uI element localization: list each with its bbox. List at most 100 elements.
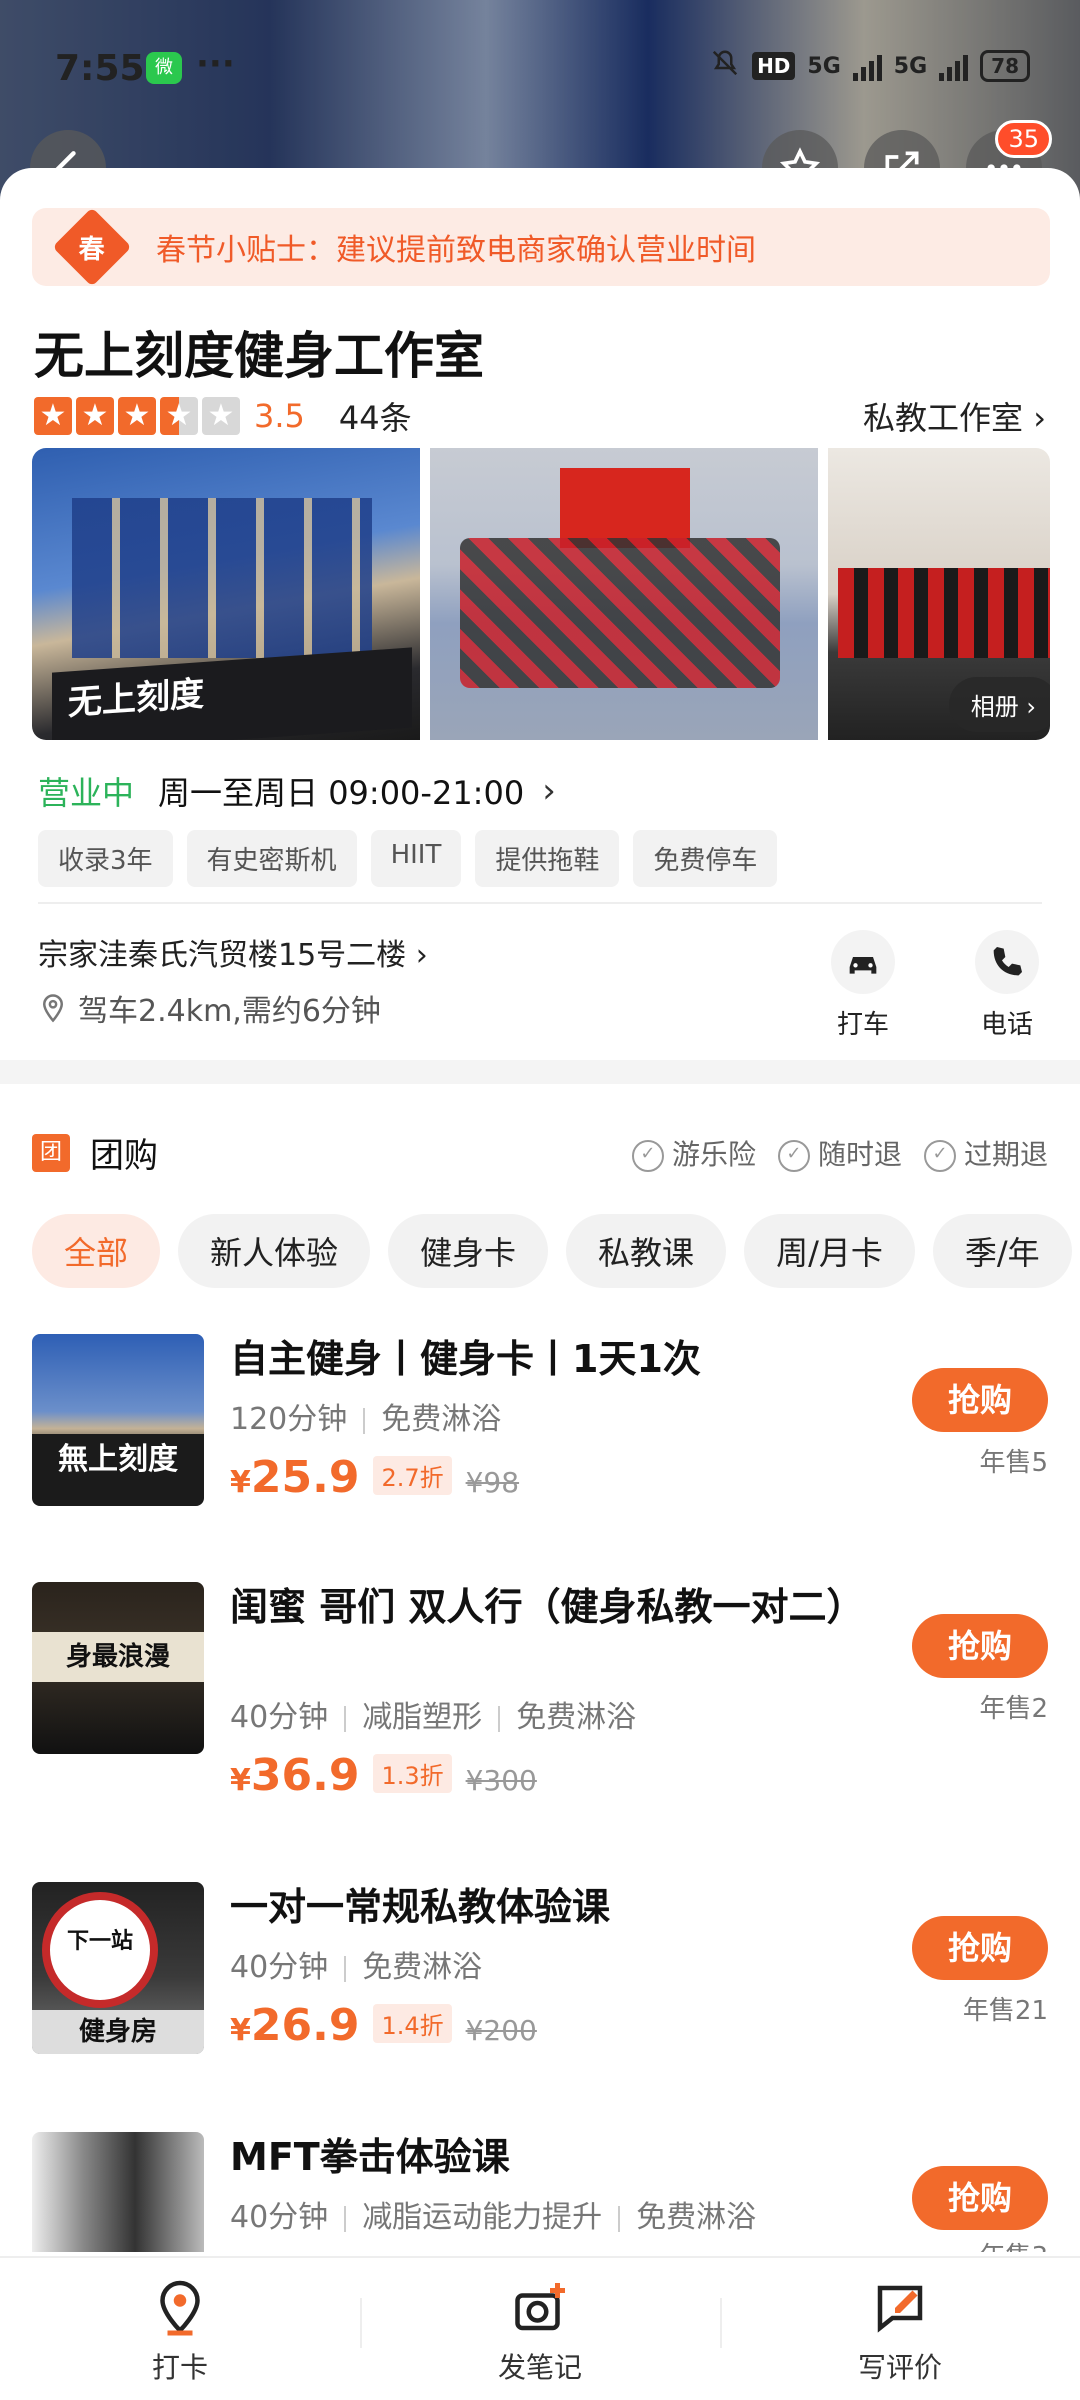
mute-icon [710,48,740,84]
chevron-right-icon: › [542,771,556,811]
deal-price: ¥26.9 [230,2000,360,2051]
deal-meta: 40分钟 减脂运动能力提升 免费淋浴 [230,2192,756,2236]
deal-item[interactable]: 闺蜜 哥们 双人行（健身私教一对二） 40分钟 减脂塑形 免费淋浴 ¥36.9 … [32,1582,1048,1822]
deal-item[interactable]: MFT拳击体验课 40分钟 减脂运动能力提升 免费淋浴 抢购 年售3 [32,2132,1048,2252]
guarantee-item: 过期退 [924,1133,1048,1173]
buy-button[interactable]: 抢购 [912,2166,1048,2230]
deal-meta-item: 120分钟 [230,1402,348,1437]
buy-button[interactable]: 抢购 [912,1916,1048,1980]
camera-plus-icon [515,2283,565,2331]
deal-item[interactable]: 一对一常规私教体验课 40分钟 免费淋浴 ¥26.9 1.4折 ¥200 抢购 … [32,1882,1048,2072]
car-icon [831,930,895,994]
post-note-label: 发笔记 [497,2351,582,2384]
filter-chip-gym-card[interactable]: 健身卡 [388,1214,549,1288]
annual-sales: 年售21 [962,1996,1048,2026]
deal-price: ¥36.9 [230,1750,360,1801]
star-icon: ★ [34,397,72,435]
category-link[interactable]: 私教工作室 › [863,393,1046,439]
deal-thumbnail [32,1334,204,1506]
deal-meta-item: 免费淋浴 [328,1942,482,1986]
discount-badge: 2.7折 [373,1456,452,1495]
checkin-button[interactable]: 打卡 [0,2258,360,2400]
gym-weights-photo[interactable]: 相册 › [828,448,1050,740]
taxi-button[interactable]: 打车 [808,930,918,1041]
filter-chip-all[interactable]: 全部 [32,1214,161,1288]
group-buy-icon: 团 [32,1133,70,1172]
deal-title: 一对一常规私教体验课 [230,1885,611,1929]
album-button[interactable]: 相册 › [948,677,1050,732]
status-bar: 7:55 微 ··· HD 5G 5G 78 [0,0,1080,140]
hd-badge: HD [752,52,796,80]
filter-chip-season-year[interactable]: 季/年 [932,1214,1072,1288]
deal-meta-item: 40分钟 [230,2200,329,2235]
review-edit-icon [877,2285,923,2333]
call-button[interactable]: 电话 [952,930,1062,1041]
write-review-label: 写评价 [857,2351,942,2384]
annual-sales: 年售2 [979,1694,1048,1724]
address-link[interactable]: 宗家洼秦氏汽贸楼15号二楼 › [38,930,428,974]
shop-name: 无上刻度健身工作室 [34,327,484,385]
feature-tag: 免费停车 [633,830,778,887]
weight-racks [838,568,1050,658]
deal-meta-item: 减脂运动能力提升 [328,2192,602,2236]
feature-tags: 收录3年 有史密斯机 HIIT 提供拖鞋 免费停车 [38,830,778,887]
filter-chip-week-month[interactable]: 周/月卡 [744,1214,915,1288]
deal-meta-item: 免费淋浴 [347,1394,501,1438]
status-time: 7:55 [55,48,145,89]
deal-title: 自主健身丨健身卡丨1天1次 [230,1337,701,1381]
checkin-label: 打卡 [151,2351,208,2384]
flag-decor [560,468,690,548]
detail-sheet: 春 春节小贴士：建议提前致电商家确认营业时间 无上刻度健身工作室 ★ ★ ★ ★… [0,168,1080,2400]
deal-price: ¥25.9 [230,1452,360,1503]
photo-gallery[interactable]: 无上刻度 相册 › [32,448,1050,740]
battery-icon: 78 [980,50,1030,82]
status-indicators: HD 5G 5G 78 [710,48,1030,84]
empty-star-icon: ★ [202,397,240,435]
review-count-link[interactable]: 44条 [339,393,412,439]
deal-thumbnail [32,1582,204,1754]
status-more: ··· [196,44,235,84]
buy-button[interactable]: 抢购 [912,1368,1048,1432]
feature-tag: 有史密斯机 [186,830,357,887]
business-hours-row[interactable]: 营业中 周一至周日 09:00-21:00 › [38,768,556,814]
storefront-sign: 无上刻度 [52,647,412,740]
feature-tag: HIIT [370,830,462,887]
deal-meta-item: 40分钟 [230,1950,329,1985]
deal-price-row: ¥36.9 1.3折 ¥300 [230,1750,537,1801]
spring-festival-icon: 春 [52,207,132,287]
annual-sales: 年售5 [979,1448,1048,1478]
annual-sales: 年售3 [979,2236,1048,2252]
deal-title: MFT拳击体验课 [230,2135,510,2179]
storefront-photo[interactable]: 无上刻度 [32,448,420,740]
tip-text: 春节小贴士：建议提前致电商家确认营业时间 [156,233,756,268]
call-label: 电话 [980,1010,1033,1040]
guarantee-list: 游乐险 随时退 过期退 [632,1133,1048,1173]
filter-chip-private-class[interactable]: 私教课 [566,1214,727,1288]
deal-meta-item: 减脂塑形 [328,1692,482,1736]
half-star-icon: ★ [160,397,198,435]
discount-badge: 1.3折 [373,1754,452,1793]
original-price: ¥98 [465,1466,520,1499]
post-note-button[interactable]: 发笔记 [360,2258,720,2400]
building-facade [72,498,372,658]
filter-chip-newcomer[interactable]: 新人体验 [178,1214,371,1288]
hours-text: 周一至周日 09:00-21:00 [158,774,525,812]
network-label-2: 5G [893,53,928,79]
deal-item[interactable]: 自主健身丨健身卡丨1天1次 120分钟 免费淋浴 ¥25.9 2.7折 ¥98 … [32,1334,1048,1524]
phone-icon [975,930,1039,994]
deal-meta-item: 免费淋浴 [482,1692,636,1736]
bottom-action-bar: 打卡 发笔记 写评价 [0,2256,1080,2400]
deal-thumbnail [32,2132,204,2252]
deal-price-row: ¥26.9 1.4折 ¥200 [230,2000,537,2051]
location-pin-icon [42,994,64,1023]
deal-meta-item: 40分钟 [230,1700,329,1735]
deal-meta-item: 免费淋浴 [602,2192,756,2236]
notification-badge: 35 [995,120,1052,158]
gym-interior-photo[interactable] [430,448,818,740]
signal-icon [939,51,969,81]
write-review-button[interactable]: 写评价 [720,2258,1080,2400]
deal-filter-tabs: 全部 新人体验 健身卡 私教课 周/月卡 季/年 [32,1214,1080,1288]
buy-button[interactable]: 抢购 [912,1614,1048,1678]
network-label-1: 5G [807,53,841,79]
signal-icon [852,51,882,81]
